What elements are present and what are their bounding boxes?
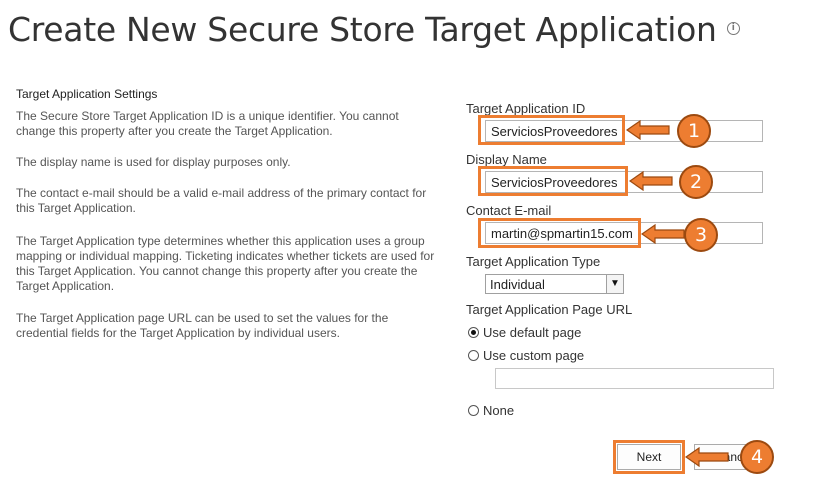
- radio-option-custom[interactable]: Use custom page: [468, 348, 584, 363]
- contact-email-input[interactable]: [485, 222, 763, 244]
- radio-button-default[interactable]: [468, 327, 479, 338]
- section-heading: Target Application Settings: [16, 87, 158, 101]
- custom-url-input[interactable]: [495, 368, 774, 389]
- callout-badge-4: 4: [740, 440, 774, 474]
- radio-option-none[interactable]: None: [468, 403, 514, 418]
- callout-badge-1: 1: [677, 114, 711, 148]
- app-type-label: Target Application Type: [466, 254, 601, 269]
- desc-contact-email: The contact e-mail should be a valid e-m…: [16, 186, 427, 215]
- app-type-selected-value: Individual: [490, 277, 545, 292]
- radio-button-custom[interactable]: [468, 350, 479, 361]
- display-name-input[interactable]: [485, 171, 763, 193]
- desc-display-name: The display name is used for display pur…: [16, 155, 291, 169]
- chevron-down-icon[interactable]: ▼: [606, 275, 623, 293]
- display-name-label: Display Name: [466, 152, 547, 167]
- radio-button-none[interactable]: [468, 405, 479, 416]
- radio-label-custom: Use custom page: [483, 348, 585, 363]
- info-icon[interactable]: i: [726, 22, 740, 35]
- callout-badge-2: 2: [679, 165, 713, 199]
- page-title: Create New Secure Store Target Applicati…: [8, 10, 740, 49]
- desc-page-url: The Target Application page URL can be u…: [16, 311, 389, 340]
- desc-app-type: The Target Application type determines w…: [16, 234, 435, 293]
- app-id-input[interactable]: [485, 120, 763, 142]
- callout-badge-3: 3: [684, 218, 718, 252]
- page-title-text: Create New Secure Store Target Applicati…: [8, 10, 717, 49]
- app-type-select[interactable]: Individual ▼: [485, 274, 624, 294]
- contact-email-label: Contact E-mail: [466, 203, 552, 218]
- radio-option-default[interactable]: Use default page: [468, 325, 581, 340]
- next-button[interactable]: Next: [617, 444, 681, 470]
- app-id-label: Target Application ID: [466, 101, 586, 116]
- page-url-label: Target Application Page URL: [466, 302, 633, 317]
- radio-label-none: None: [483, 403, 515, 418]
- desc-app-id: The Secure Store Target Application ID i…: [16, 109, 399, 138]
- radio-label-default: Use default page: [483, 325, 582, 340]
